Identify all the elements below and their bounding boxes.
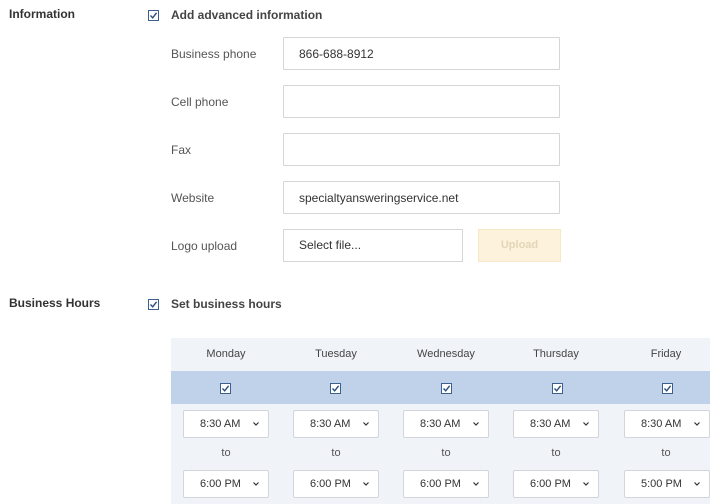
tuesday-close-select[interactable]: 6:00 PM xyxy=(293,470,379,498)
wednesday-checkbox[interactable] xyxy=(441,383,452,394)
chevron-down-icon xyxy=(473,482,479,486)
thursday-to-label: to xyxy=(551,447,561,459)
advanced-info-option[interactable]: Add advanced information xyxy=(148,8,322,22)
business-phone-input[interactable] xyxy=(283,37,560,70)
thursday-open-value: 8:30 AM xyxy=(530,418,571,430)
friday-open-value: 8:30 AM xyxy=(641,418,682,430)
checkmark-icon xyxy=(149,11,158,19)
chevron-down-icon xyxy=(583,482,589,486)
friday-close-select[interactable]: 5:00 PM xyxy=(624,470,710,498)
day-header-friday: Friday xyxy=(650,348,682,360)
tuesday-to-label: to xyxy=(331,447,341,459)
business-hours-section-label: Business Hours xyxy=(9,296,101,310)
checkmark-icon xyxy=(442,385,451,392)
thursday-checkbox[interactable] xyxy=(552,383,563,394)
fax-input[interactable] xyxy=(283,133,560,166)
monday-close-value: 6:00 PM xyxy=(200,478,241,490)
information-section-label: Information xyxy=(9,7,75,21)
set-hours-label: Set business hours xyxy=(171,297,282,311)
friday-checkbox[interactable] xyxy=(662,383,673,394)
thursday-close-value: 6:00 PM xyxy=(530,478,571,490)
set-hours-option[interactable]: Set business hours xyxy=(148,297,282,311)
wednesday-close-select[interactable]: 6:00 PM xyxy=(403,470,489,498)
chevron-down-icon xyxy=(694,482,700,486)
chevron-down-icon xyxy=(253,482,259,486)
day-header-monday: Monday xyxy=(206,348,246,360)
checkmark-icon xyxy=(663,385,672,392)
day-header-wednesday: Wednesday xyxy=(417,348,475,360)
day-header-thursday: Thursday xyxy=(533,348,579,360)
checkmark-icon xyxy=(149,300,158,308)
wednesday-open-value: 8:30 AM xyxy=(420,418,461,430)
logo-upload-label: Logo upload xyxy=(171,239,238,253)
website-input[interactable] xyxy=(283,181,560,214)
checkmark-icon xyxy=(553,385,562,392)
advanced-info-checkbox[interactable] xyxy=(148,9,159,21)
upload-button[interactable]: Upload xyxy=(478,229,561,262)
friday-to-label: to xyxy=(661,447,671,459)
chevron-down-icon xyxy=(363,482,369,486)
monday-open-select[interactable]: 8:30 AM xyxy=(183,410,269,438)
set-hours-checkbox[interactable] xyxy=(148,298,159,310)
monday-to-label: to xyxy=(221,447,231,459)
cell-phone-label: Cell phone xyxy=(171,95,229,109)
logo-file-select[interactable]: Select file... xyxy=(283,229,463,262)
monday-close-select[interactable]: 6:00 PM xyxy=(183,470,269,498)
business-hours-grid: Monday 8:30 AM to 6:00 PM Tuesday 8:30 A… xyxy=(171,338,710,504)
day-header-tuesday: Tuesday xyxy=(315,348,357,360)
cell-phone-input[interactable] xyxy=(283,85,560,118)
friday-open-select[interactable]: 8:30 AM xyxy=(624,410,710,438)
tuesday-open-select[interactable]: 8:30 AM xyxy=(293,410,379,438)
website-label: Website xyxy=(171,191,215,205)
chevron-down-icon xyxy=(363,422,369,426)
chevron-down-icon xyxy=(473,422,479,426)
wednesday-close-value: 6:00 PM xyxy=(420,478,461,490)
tuesday-checkbox[interactable] xyxy=(330,383,341,394)
wednesday-open-select[interactable]: 8:30 AM xyxy=(403,410,489,438)
thursday-close-select[interactable]: 6:00 PM xyxy=(513,470,599,498)
chevron-down-icon xyxy=(583,422,589,426)
business-phone-label: Business phone xyxy=(171,47,257,61)
wednesday-to-label: to xyxy=(441,447,451,459)
chevron-down-icon xyxy=(253,422,259,426)
advanced-info-label: Add advanced information xyxy=(171,8,323,22)
friday-close-value: 5:00 PM xyxy=(641,478,682,490)
tuesday-close-value: 6:00 PM xyxy=(310,478,351,490)
monday-open-value: 8:30 AM xyxy=(200,418,241,430)
thursday-open-select[interactable]: 8:30 AM xyxy=(513,410,599,438)
checkmark-icon xyxy=(221,385,230,392)
tuesday-open-value: 8:30 AM xyxy=(310,418,351,430)
checkmark-icon xyxy=(331,385,340,392)
chevron-down-icon xyxy=(694,422,700,426)
fax-label: Fax xyxy=(171,143,192,157)
monday-checkbox[interactable] xyxy=(220,383,231,394)
